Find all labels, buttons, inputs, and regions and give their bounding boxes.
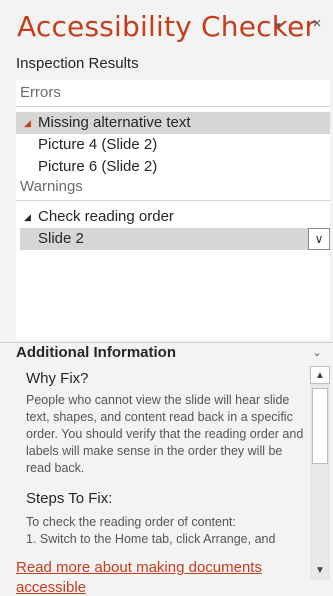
additional-info-header[interactable]: Additional Information (16, 344, 176, 361)
expand-caret-icon[interactable]: ◢ (24, 206, 31, 228)
steps-line: 1. Switch to the Home tab, click Arrange… (26, 532, 276, 546)
scroll-down-icon[interactable]: ▼ (310, 562, 330, 580)
issue-item-picture-4[interactable]: Picture 4 (Slide 2) (38, 134, 157, 156)
inspection-results-list[interactable]: Errors ◢ Missing alternative text Pictur… (16, 80, 330, 340)
pane-header: Accessibility Checker ▾ × (0, 0, 333, 50)
steps-to-fix-text: To check the reading order of content: 1… (26, 514, 310, 548)
close-icon[interactable]: × (309, 16, 325, 32)
why-fix-text: People who cannot view the slide will he… (26, 393, 304, 475)
vertical-scrollbar[interactable]: ▲ ▼ (310, 366, 330, 580)
additional-info-panel: Why Fix? People who cannot view the slid… (16, 366, 330, 590)
chevron-down-icon[interactable]: ∨ (308, 228, 330, 250)
steps-to-fix-title: Steps To Fix: (26, 490, 113, 507)
scroll-up-icon[interactable]: ▲ (310, 366, 330, 384)
issue-check-reading-order[interactable]: ◢ Check reading order (16, 206, 330, 228)
errors-divider (16, 106, 330, 107)
pane-options-icon[interactable]: ▾ (270, 20, 286, 32)
section-divider (0, 342, 333, 343)
why-fix-title: Why Fix? (26, 370, 89, 387)
warnings-divider (16, 200, 330, 201)
issue-item-slide-2[interactable]: Slide 2 ∨ (20, 228, 330, 250)
issue-missing-alt-text[interactable]: ◢ Missing alternative text (16, 112, 330, 134)
errors-header: Errors (20, 84, 61, 101)
scroll-thumb[interactable] (312, 388, 328, 464)
read-more-link[interactable]: Read more about making documents accessi… (16, 558, 296, 596)
issue-item-picture-6[interactable]: Picture 6 (Slide 2) (38, 156, 157, 178)
steps-line: To check the reading order of content: (26, 515, 236, 529)
issue-item-label: Slide 2 (38, 230, 84, 247)
issue-label: Check reading order (38, 208, 174, 225)
issue-label: Missing alternative text (38, 114, 191, 131)
warnings-header: Warnings (20, 178, 83, 195)
expand-caret-icon[interactable]: ◢ (24, 112, 31, 134)
collapse-chevron-icon[interactable]: ⌄ (310, 346, 324, 360)
inspection-results-label: Inspection Results (16, 55, 139, 72)
additional-info-content: Why Fix? People who cannot view the slid… (16, 366, 310, 580)
